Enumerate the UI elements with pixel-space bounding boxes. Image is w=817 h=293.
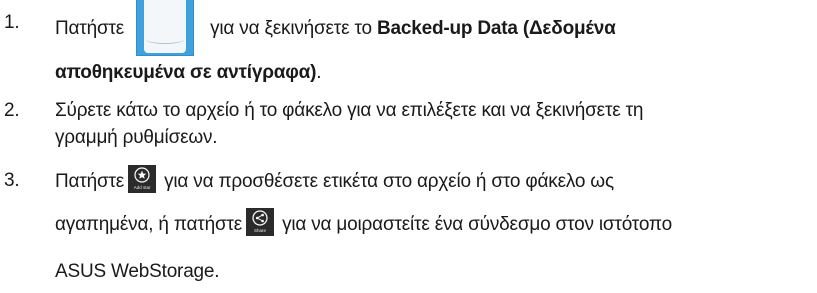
app-name-bold-cont: αποθηκευμένα σε αντίγραφα) bbox=[55, 62, 317, 83]
step-1-line-2: αποθηκευμένα σε αντίγραφα). bbox=[55, 62, 322, 84]
add-star-icon[interactable]: Add star bbox=[128, 164, 157, 193]
step-text: για να προσθέσετε ετικέτα στο αρχείο ή σ… bbox=[164, 171, 614, 192]
drive-line bbox=[146, 35, 185, 44]
step-3-line-2: αγαπημένα, ή πατήστε Share για να μοιραστε… bbox=[55, 205, 672, 245]
backed-up-data-app-icon[interactable] bbox=[136, 0, 195, 56]
share-label: Share bbox=[254, 227, 267, 233]
drive-shape bbox=[144, 0, 187, 53]
period: . bbox=[316, 62, 322, 83]
share-symbol-icon bbox=[252, 210, 268, 226]
app-name-bold: Backed-up Data (Δεδομένα bbox=[376, 18, 616, 40]
step-3-line-1: Πατήστε Add star για να προσθέσετε ετικέτα… bbox=[55, 162, 614, 202]
step-text: για να ξεκινήσετε το bbox=[210, 18, 372, 40]
step-number: 2. bbox=[4, 100, 20, 121]
step-number: 1. bbox=[4, 12, 20, 33]
share-icon[interactable]: Share bbox=[246, 207, 275, 236]
step-text: Πατήστε bbox=[55, 171, 125, 192]
step-2-line-2: γραμμή ρυθμίσεων. bbox=[55, 127, 218, 148]
add-star-label: Add star bbox=[133, 184, 151, 190]
step-text: αγαπημένα, ή πατήστε bbox=[55, 214, 243, 235]
star-icon bbox=[134, 167, 150, 183]
step-text: για να μοιραστείτε ένα σύνδεσμο στον ιστ… bbox=[282, 214, 672, 235]
step-text: Πατήστε bbox=[55, 18, 125, 40]
step-3-line-3: ASUS WebStorage. bbox=[55, 261, 220, 282]
step-number: 3. bbox=[4, 170, 20, 191]
step-2-line-1: Σύρετε κάτω το αρχείο ή το φάκελο για να… bbox=[55, 100, 644, 121]
step-1-line-1: Πατήστε για να ξεκινήσετε το Backed-up Da… bbox=[55, 0, 616, 58]
